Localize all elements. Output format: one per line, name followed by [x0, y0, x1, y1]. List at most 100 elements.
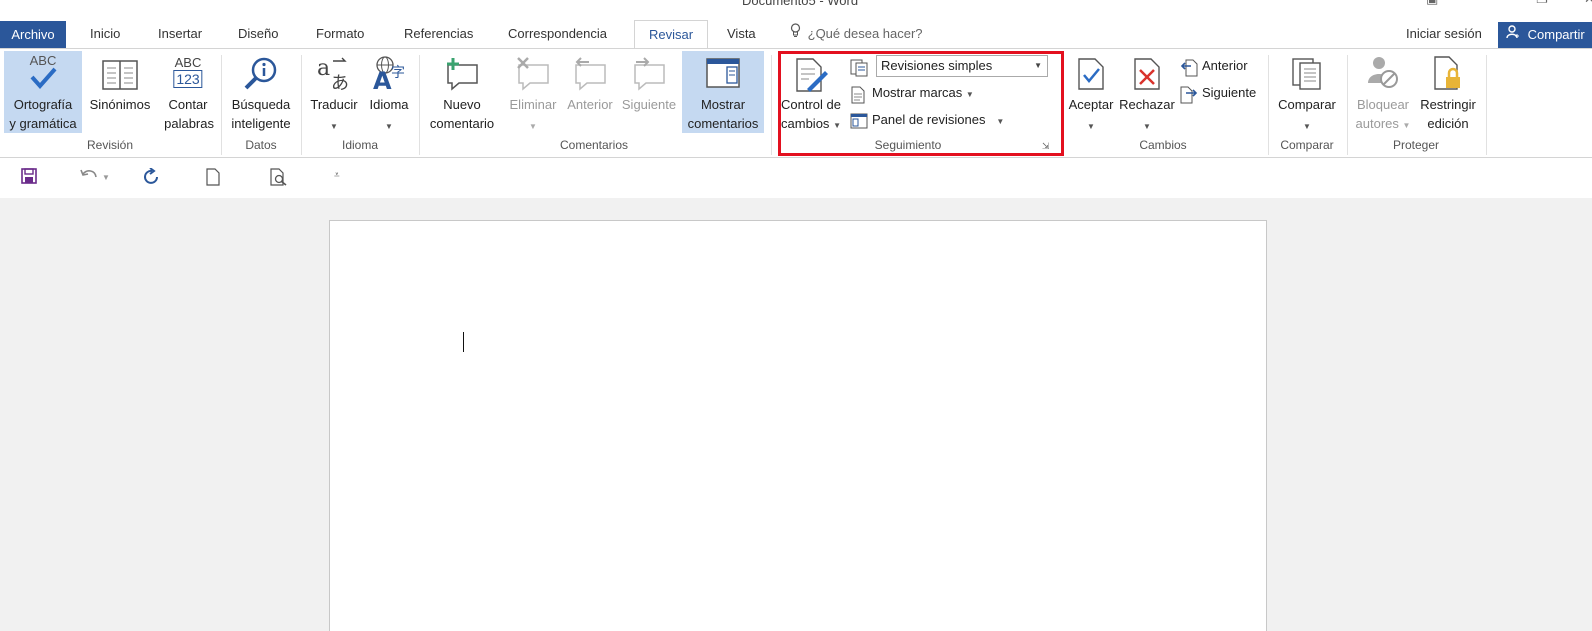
share-button[interactable]: Compartir: [1498, 22, 1592, 48]
language-dropdown-arrow: ▼: [385, 122, 393, 131]
group-separator: [771, 55, 772, 155]
group-cambios-label: Cambios: [1139, 138, 1187, 152]
smart-lookup-label-1: Búsqueda: [231, 97, 291, 112]
reject-document-icon: [1132, 57, 1162, 96]
print-preview-icon[interactable]: [270, 168, 288, 191]
block-authors-label-1: Bloquear: [1356, 97, 1410, 112]
smart-lookup-label-2: inteligente: [231, 116, 291, 131]
next-change-icon: [1180, 86, 1198, 104]
compare-button[interactable]: Comparar ▼: [1274, 51, 1340, 133]
reject-button[interactable]: Rechazar ▼: [1118, 51, 1176, 133]
restrict-editing-label-1: Restringir: [1420, 97, 1476, 112]
new-document-icon[interactable]: [206, 168, 220, 191]
accept-button[interactable]: Aceptar ▼: [1066, 51, 1116, 133]
translate-dropdown-arrow: ▼: [330, 122, 338, 131]
tab-insertar[interactable]: Insertar: [158, 20, 202, 48]
document-canvas: [0, 198, 1592, 631]
tab-inicio[interactable]: Inicio: [90, 20, 120, 48]
restrict-editing-button[interactable]: Restringir edición: [1416, 51, 1480, 133]
group-comentarios-label: Comentarios: [559, 138, 629, 152]
language-button[interactable]: A字 Idioma ▼: [364, 51, 414, 133]
new-comment-button[interactable]: Nuevo comentario: [424, 51, 500, 133]
quick-access-toolbar: ▼ ⩡: [0, 158, 1592, 198]
tab-diseno[interactable]: Diseño: [238, 20, 278, 48]
repeat-icon[interactable]: [143, 167, 161, 191]
translate-icon: aあ: [315, 55, 353, 96]
group-separator: [1268, 55, 1269, 155]
svg-text:a: a: [317, 56, 330, 81]
tab-vista[interactable]: Vista: [727, 20, 756, 48]
share-label: Compartir: [1527, 27, 1585, 42]
document-page[interactable]: [329, 220, 1267, 631]
show-comments-button[interactable]: Mostrar comentarios: [682, 51, 764, 133]
accept-label: Aceptar: [1068, 97, 1114, 112]
block-authors-label-2: autores ▼: [1352, 114, 1414, 135]
smart-lookup-button[interactable]: Búsqueda inteligente: [226, 51, 296, 133]
title-bar: Documento5 - Word ▣ — ❐ ✕: [0, 0, 1592, 18]
tab-referencias[interactable]: Referencias: [404, 20, 473, 48]
language-icon: A字: [369, 55, 409, 96]
block-authors-button[interactable]: Bloquear autores ▼: [1352, 51, 1414, 133]
show-comments-label-1: Mostrar: [700, 97, 746, 112]
save-icon[interactable]: [21, 168, 37, 189]
group-revision-label: Revisión: [86, 138, 134, 152]
group-separator: [221, 55, 222, 155]
undo-icon[interactable]: ▼: [80, 168, 110, 189]
highlight-callout-box: [778, 51, 1064, 156]
svg-text:A: A: [373, 67, 392, 91]
reject-label: Rechazar: [1119, 97, 1175, 112]
word-count-label-2: palabras: [164, 116, 214, 131]
delete-comment-icon: [514, 57, 552, 96]
spellcheck-icon: ABC: [28, 54, 58, 94]
wc-num-text: 123: [173, 70, 203, 88]
person-share-icon: [1506, 22, 1524, 48]
group-idioma-label: Idioma: [341, 138, 379, 152]
sign-in-link[interactable]: Iniciar sesión: [1406, 20, 1482, 48]
accept-document-icon: [1076, 57, 1106, 96]
restrict-editing-label-2: edición: [1427, 116, 1469, 131]
group-separator: [1347, 55, 1348, 155]
next-change-button[interactable]: Siguiente: [1180, 83, 1256, 104]
delete-comment-label: Eliminar: [509, 97, 557, 112]
block-authors-dropdown-arrow: ▼: [1402, 121, 1411, 130]
delete-dropdown-arrow: ▼: [529, 122, 537, 131]
new-comment-icon: [443, 57, 481, 96]
text-cursor: [463, 332, 464, 352]
customize-qat-icon[interactable]: ⩡: [334, 170, 340, 181]
word-count-button[interactable]: ABC 123 Contar palabras: [160, 51, 216, 133]
group-separator: [419, 55, 420, 155]
group-separator: [1486, 55, 1487, 155]
close-icon[interactable]: ✕: [1584, 0, 1592, 7]
thesaurus-button[interactable]: Sinónimos: [84, 51, 156, 133]
compare-label: Comparar: [1278, 97, 1336, 112]
spelling-label-1: Ortografía: [13, 97, 73, 112]
tab-formato[interactable]: Formato: [316, 20, 364, 48]
window-title: Documento5 - Word: [742, 0, 859, 8]
next-comment-button[interactable]: Siguiente: [618, 51, 680, 133]
tab-revisar[interactable]: Revisar: [634, 20, 709, 49]
spelling-grammar-button[interactable]: ABC Ortografía y gramática: [4, 51, 82, 133]
reject-dropdown-arrow: ▼: [1143, 122, 1151, 131]
ribbon-display-icon[interactable]: ▣: [1426, 0, 1438, 7]
new-comment-label-1: Nuevo: [443, 97, 481, 112]
show-comments-label-2: comentarios: [687, 116, 759, 131]
delete-comment-button[interactable]: Eliminar ▼: [504, 51, 562, 133]
lock-document-icon: [1432, 55, 1464, 96]
restore-icon[interactable]: ❐: [1536, 0, 1548, 7]
minimize-icon[interactable]: —: [1482, 0, 1495, 6]
previous-change-button[interactable]: Anterior: [1180, 56, 1248, 77]
previous-comment-icon: [571, 57, 609, 96]
translate-button[interactable]: aあ Traducir ▼: [306, 51, 362, 133]
compare-icon: [1291, 57, 1323, 96]
compare-dropdown-arrow: ▼: [1303, 122, 1311, 131]
language-label: Idioma: [369, 97, 409, 112]
ribbon-tabs: Archivo Inicio Insertar Diseño Formato R…: [0, 18, 1592, 49]
previous-change-icon: [1180, 59, 1198, 77]
previous-comment-button[interactable]: Anterior: [562, 51, 618, 133]
new-comment-label-2: comentario: [429, 116, 495, 131]
word-count-label-1: Contar: [168, 97, 208, 112]
tell-me-box[interactable]: ¿Qué desea hacer?: [790, 20, 923, 48]
tab-correspondencia[interactable]: Correspondencia: [508, 20, 607, 48]
tab-archivo[interactable]: Archivo: [0, 21, 66, 48]
tell-me-text: ¿Qué desea hacer?: [807, 26, 923, 41]
